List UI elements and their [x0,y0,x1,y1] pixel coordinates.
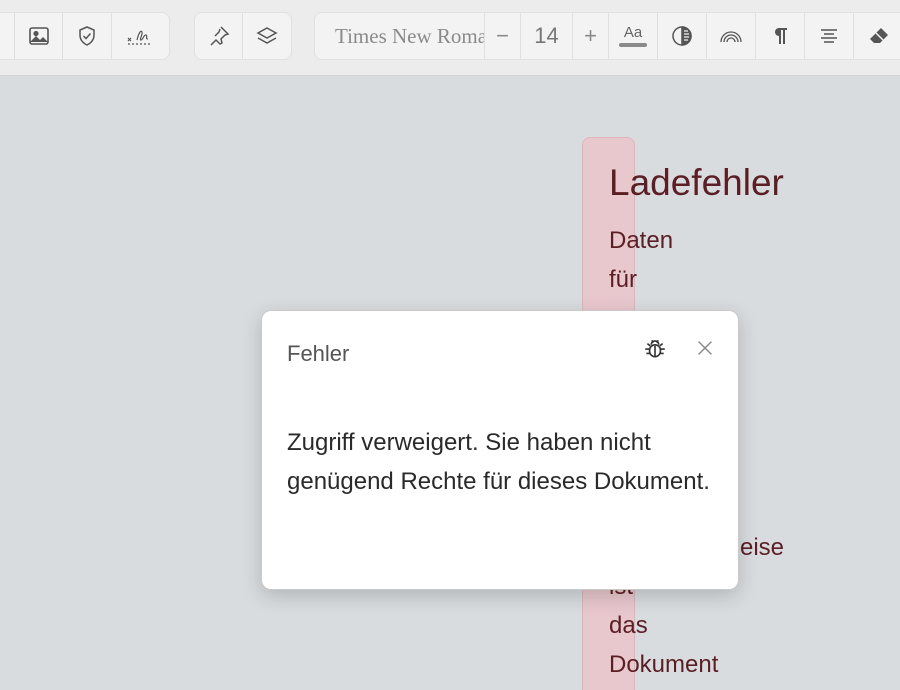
document-error-title: Ladefehler [609,162,784,203]
signature-button[interactable] [112,13,169,59]
toolbar-partial-button[interactable] [0,13,15,59]
font-size-input[interactable]: 14 [521,13,573,59]
document-error-word: eise [740,534,785,561]
toolbar-group-insert [0,12,170,60]
pin-button[interactable] [195,13,244,59]
eraser-button[interactable] [854,13,900,59]
document-error-word: das [609,612,648,639]
protect-button[interactable] [63,13,112,59]
text-style-color-bar [619,43,647,47]
font-size-increase-button[interactable]: + [573,13,609,59]
layers-icon [256,27,278,44]
font-family-select[interactable]: Times New Roman [315,13,485,59]
bug-icon [645,339,665,358]
document-error-word: Daten [609,227,674,254]
toolbar-group-format: Times New Roman − 14 + Aa [314,12,900,60]
font-size-decrease-button[interactable]: − [485,13,521,59]
align-center-icon [821,29,837,43]
contrast-icon [672,26,692,46]
pin-icon [209,26,229,46]
dialog-title: Fehler [287,341,350,366]
rainbow-icon [720,31,742,43]
shield-icon [79,26,95,46]
eraser-icon [869,28,888,43]
text-style-label: Aa [623,24,643,41]
image-icon [28,27,49,45]
contrast-button[interactable] [658,13,707,59]
paragraph-marks-button[interactable] [756,13,805,59]
pilcrow-icon [775,28,787,44]
dialog-message: Zugriff verweigert. Sie haben nicht genü… [287,429,710,495]
layers-button[interactable] [243,13,291,59]
toolbar: Times New Roman − 14 + Aa [0,0,900,76]
error-dialog: Fehler Zugriff verweigert. Sie haben nic… [261,310,739,590]
insert-image-button[interactable] [15,13,64,59]
toolbar-group-tools [194,12,292,60]
rainbow-button[interactable] [707,13,756,59]
close-icon [698,341,712,355]
close-button[interactable] [692,335,718,361]
document-error-word: für [609,266,638,293]
text-style-button[interactable]: Aa [609,13,658,59]
signature-icon [127,30,153,45]
document-error-word: Dokument [609,651,719,678]
report-bug-button[interactable] [640,333,670,363]
align-center-button[interactable] [805,13,854,59]
